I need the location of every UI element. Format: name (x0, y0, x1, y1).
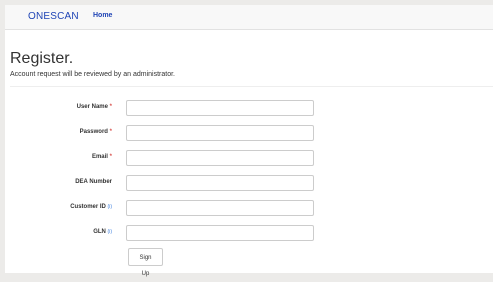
password-label: Password * (80, 129, 112, 135)
form-row-password: Password * (5, 125, 493, 141)
page-title: Register. (10, 50, 74, 67)
top-navbar: ONESCAN Home (5, 5, 493, 30)
required-marker: * (109, 129, 112, 135)
email-label-text: Email (91, 154, 108, 160)
page-subtitle: Account request will be reviewed by an a… (10, 71, 175, 78)
customer-id-input[interactable] (126, 200, 314, 216)
divider (10, 86, 493, 87)
form-row-email: Email * (5, 150, 493, 166)
brand-logo[interactable]: ONESCAN (28, 11, 79, 22)
customer-id-label-text: Customer ID (70, 204, 106, 210)
customer-id-label: Customer ID (i) (70, 204, 112, 210)
gln-label-text: GLN (93, 229, 106, 235)
dea-number-label-text: DEA Number (75, 179, 112, 185)
info-icon[interactable]: (i) (108, 204, 112, 210)
form-row-customer-id: Customer ID (i) (5, 200, 493, 216)
register-page: ONESCAN Home Register. Account request w… (0, 0, 493, 277)
form-row-dea-number: DEA Number (5, 175, 493, 191)
email-label: Email * (92, 154, 112, 160)
sign-up-button[interactable]: Sign Up (128, 248, 163, 277)
required-marker: * (109, 104, 112, 110)
gln-label: GLN (i) (93, 229, 112, 235)
user-name-label-text: User Name (76, 104, 108, 110)
password-input[interactable] (126, 125, 314, 141)
dea-number-input[interactable] (126, 175, 314, 191)
info-icon[interactable]: (i) (108, 229, 112, 235)
form-row-gln: GLN (i) (5, 225, 493, 241)
password-label-text: Password (79, 129, 108, 135)
user-name-label: User Name * (77, 104, 112, 110)
dea-number-label: DEA Number (75, 179, 112, 185)
form-row-user-name: User Name * (5, 100, 493, 116)
email-input[interactable] (126, 150, 314, 166)
main-content: Register. Account request will be review… (5, 30, 493, 277)
gln-input[interactable] (126, 225, 314, 241)
nav-link-home[interactable]: Home (93, 12, 112, 19)
required-marker: * (109, 154, 112, 160)
user-name-input[interactable] (126, 100, 314, 116)
